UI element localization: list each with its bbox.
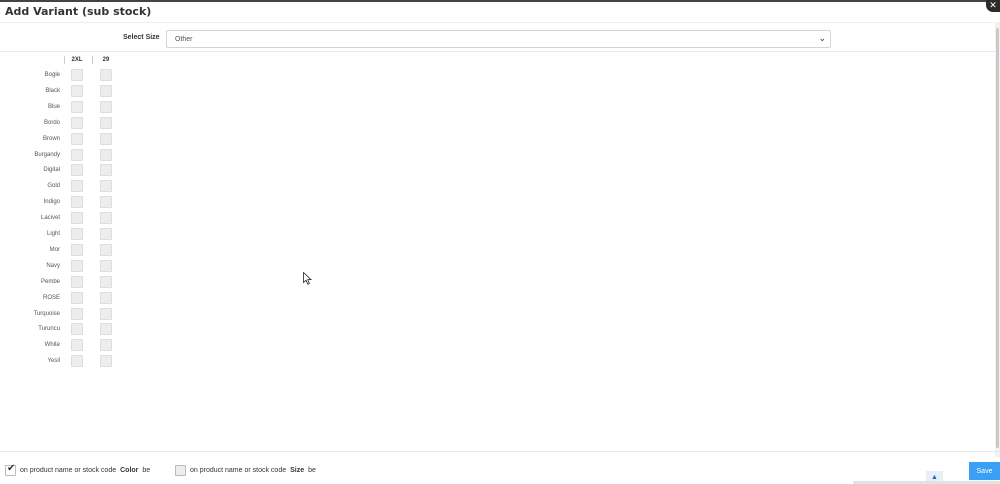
color-in-name-checkbox[interactable]: ✔ xyxy=(5,462,16,476)
checkmark-icon: ✔ xyxy=(7,462,16,474)
color-row-label: Blue xyxy=(47,103,60,110)
color-in-name-option[interactable]: ✔ on product name or stock code Color be xyxy=(5,463,150,477)
size-option-suffix: be xyxy=(308,466,316,474)
variant-checkbox[interactable] xyxy=(71,275,83,288)
size-select-value: Other xyxy=(175,36,193,43)
variant-checkbox[interactable] xyxy=(100,323,112,336)
variant-checkbox[interactable] xyxy=(71,164,83,177)
variant-checkbox[interactable] xyxy=(100,275,112,288)
footer-divider xyxy=(0,451,1000,452)
variant-checkbox[interactable] xyxy=(100,307,112,320)
color-row-label: Burgandy xyxy=(34,151,60,158)
variant-checkbox[interactable] xyxy=(100,84,112,97)
color-row-label: Gold xyxy=(47,183,60,190)
variant-checkbox[interactable] xyxy=(100,180,112,193)
color-row-label: White xyxy=(44,342,60,349)
color-row-label: Indigo xyxy=(43,199,60,206)
color-option-prefix: on product name or stock code xyxy=(20,466,117,474)
variant-checkbox[interactable] xyxy=(100,148,112,161)
mouse-cursor-icon xyxy=(303,272,312,285)
variant-checkbox[interactable] xyxy=(71,323,83,336)
color-row-label: Navy xyxy=(46,262,60,269)
variant-checkbox[interactable] xyxy=(71,291,83,304)
variant-checkbox[interactable] xyxy=(71,116,83,129)
modal-header: Add Variant (sub stock) xyxy=(0,2,1000,22)
size-row: Select Size Other ⌄ xyxy=(0,28,1000,50)
column-header: 2XL xyxy=(71,57,83,63)
color-row-label: Turuncu xyxy=(38,326,60,333)
variant-checkbox[interactable] xyxy=(100,212,112,225)
variant-checkbox[interactable] xyxy=(71,339,83,352)
color-row-label: Brown xyxy=(42,135,60,142)
color-row-label: Turquoise xyxy=(33,310,60,317)
variant-checkbox[interactable] xyxy=(100,259,112,272)
variant-checkbox[interactable] xyxy=(71,148,83,161)
variant-checkbox[interactable] xyxy=(100,196,112,209)
variant-checkbox[interactable] xyxy=(100,164,112,177)
form-divider xyxy=(0,51,1000,52)
chevron-down-icon: ⌄ xyxy=(818,33,826,43)
color-row-label: Lacivet xyxy=(40,215,60,222)
color-row-label: Digital xyxy=(43,167,60,174)
color-row-label: Black xyxy=(45,87,60,94)
modal-title: Add Variant (sub stock) xyxy=(5,5,152,18)
select-size-label: Select Size xyxy=(123,34,160,41)
variant-checkbox[interactable] xyxy=(100,339,112,352)
variant-checkbox[interactable] xyxy=(100,355,112,368)
variant-checkbox[interactable] xyxy=(100,132,112,145)
variant-checkbox[interactable] xyxy=(71,228,83,240)
variant-checkbox[interactable] xyxy=(71,69,83,81)
column-divider xyxy=(92,56,93,64)
color-row-label: Yesil xyxy=(47,358,60,365)
color-row-label: Bordo xyxy=(43,119,60,126)
variant-checkbox[interactable] xyxy=(71,307,83,320)
header-divider xyxy=(0,22,1000,23)
size-in-name-option[interactable]: on product name or stock code Size be xyxy=(175,463,316,477)
save-button[interactable]: Save xyxy=(969,462,1000,480)
variant-checkbox[interactable] xyxy=(71,100,83,113)
variant-checkbox[interactable] xyxy=(100,69,112,81)
column-header: 29 xyxy=(102,57,110,63)
color-row-label: ROSE xyxy=(42,294,60,301)
color-row-label: Bogle xyxy=(44,72,60,78)
size-in-name-checkbox[interactable] xyxy=(175,464,186,476)
variant-checkbox[interactable] xyxy=(71,212,83,225)
variant-checkbox[interactable] xyxy=(100,243,112,256)
variant-checkbox[interactable] xyxy=(71,259,83,272)
color-row-label: Light xyxy=(46,231,60,237)
variant-checkbox[interactable] xyxy=(71,243,83,256)
variant-checkbox[interactable] xyxy=(71,355,83,368)
variant-checkbox[interactable] xyxy=(100,116,112,129)
variant-checkbox[interactable] xyxy=(100,291,112,304)
variant-checkbox[interactable] xyxy=(71,180,83,193)
variant-checkbox[interactable] xyxy=(100,228,112,240)
variant-checkbox[interactable] xyxy=(71,196,83,209)
variant-checkbox[interactable] xyxy=(71,132,83,145)
color-option-suffix: be xyxy=(142,466,151,474)
variant-checkbox[interactable] xyxy=(71,84,83,97)
variant-checkbox[interactable] xyxy=(100,100,112,113)
scrollbar[interactable] xyxy=(996,28,999,448)
color-option-bold: Color xyxy=(120,466,139,474)
size-option-bold: Size xyxy=(290,466,305,474)
size-select[interactable]: Other ⌄ xyxy=(166,30,831,48)
close-icon[interactable]: ✕ xyxy=(986,0,1000,12)
color-row-label: Mor xyxy=(49,246,60,253)
color-row-label: Pembe xyxy=(40,278,60,285)
column-divider xyxy=(64,56,65,64)
size-option-prefix: on product name or stock code xyxy=(190,466,287,474)
